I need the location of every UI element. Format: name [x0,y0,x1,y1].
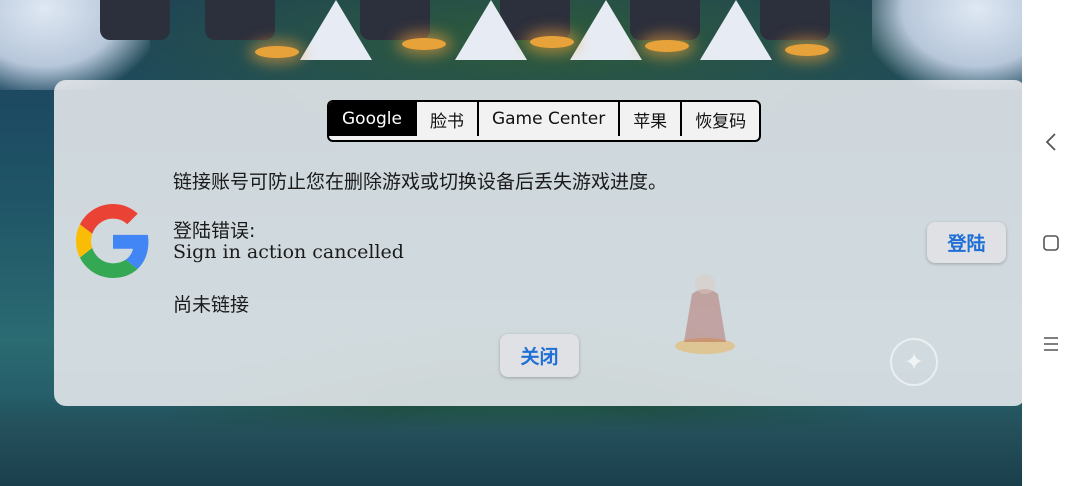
tab-google[interactable]: Google [329,102,415,136]
square-icon[interactable] [1040,232,1062,254]
snow-peak-decoration [455,0,527,60]
snow-peak-decoration [570,0,642,60]
compass-icon: ✦ [890,338,938,386]
lantern-glow [530,36,574,48]
error-title: 登陆错误: [173,220,256,242]
ground-decoration [0,396,1022,486]
system-nav-bar [1022,0,1080,486]
tab-apple[interactable]: 苹果 [618,102,680,136]
tab-game-center[interactable]: Game Center [476,102,618,136]
intro-text: 链接账号可防止您在删除游戏或切换设备后丢失游戏进度。 [173,171,668,193]
account-link-dialog: Google 脸书 Game Center 苹果 恢复码 链接账号可防止您在删除… [54,80,1026,406]
snow-peak-decoration [700,0,772,60]
lantern-glow [645,40,689,52]
error-message: Sign in action cancelled [173,241,404,263]
lantern-glow [255,46,299,58]
login-button[interactable]: 登陆 [927,222,1006,263]
google-logo-icon [76,204,149,278]
menu-icon[interactable] [1040,333,1062,355]
snow-decoration [872,0,1022,90]
arch-decoration [100,0,170,40]
chevron-left-icon[interactable] [1040,131,1062,153]
link-status-text: 尚未链接 [173,294,250,316]
provider-tabs: Google 脸书 Game Center 苹果 恢复码 [327,100,762,142]
lantern-glow [402,38,446,50]
lantern-glow [785,44,829,56]
arch-decoration [205,0,275,40]
tab-recovery-code[interactable]: 恢复码 [680,102,759,136]
tab-facebook[interactable]: 脸书 [414,102,477,136]
close-button[interactable]: 关闭 [500,334,579,377]
snow-peak-decoration [300,0,372,60]
player-character [675,274,735,354]
